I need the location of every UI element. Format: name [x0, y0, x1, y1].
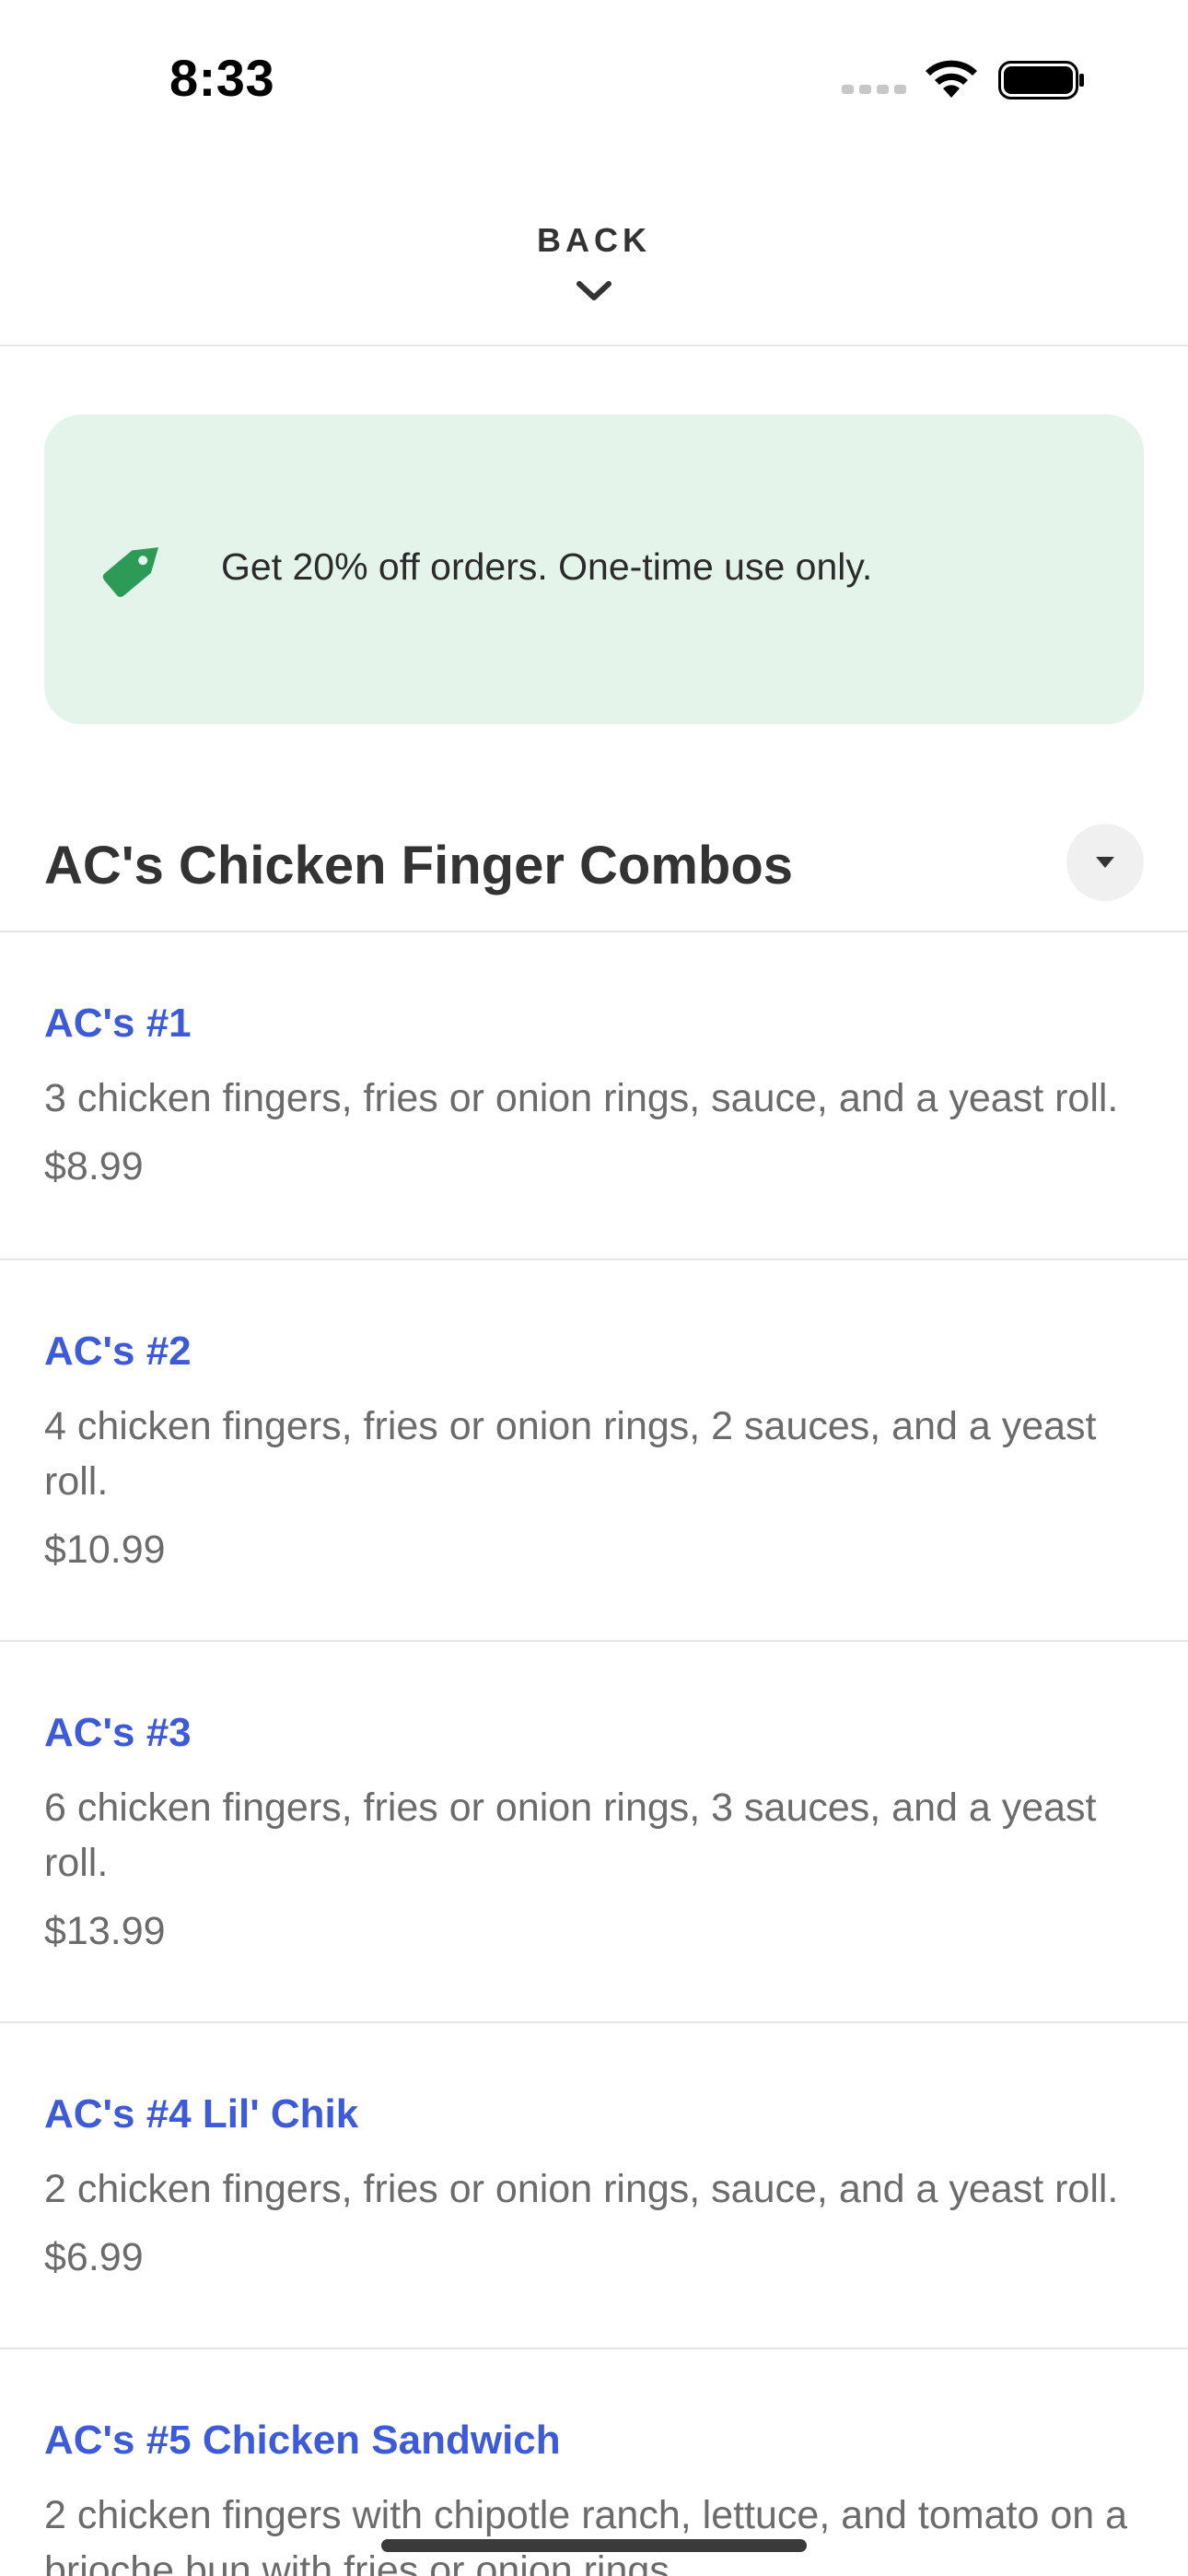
menu-item-description: 2 chicken fingers with chipotle ranch, l… — [44, 2493, 1128, 2576]
menu-item-name: AC's #4 Lil' Chik — [44, 2091, 359, 2137]
menu-item-description: 4 chicken fingers, fries or onion rings,… — [44, 1404, 1097, 1504]
menu-item-description: 3 chicken fingers, fries or onion rings,… — [44, 1076, 1119, 1120]
promo-banner: Get 20% off orders. One-time use only. — [44, 415, 1144, 724]
menu-item-description: 2 chicken fingers, fries or onion rings,… — [44, 2167, 1119, 2211]
menu-item[interactable]: AC's #3 6 chicken fingers, fries or onio… — [0, 1642, 1188, 2023]
menu-item-price: $13.99 — [44, 1909, 166, 1953]
battery-icon — [998, 61, 1084, 100]
back-label: BACK — [537, 221, 651, 259]
menu-item-price: $10.99 — [44, 1528, 166, 1572]
promo-text: Get 20% off orders. One-time use only. — [221, 545, 873, 588]
menu-item-name: AC's #3 — [44, 1710, 192, 1755]
back-button[interactable]: BACK — [0, 166, 1188, 346]
menu-item-price: $6.99 — [44, 2235, 144, 2279]
menu-item[interactable]: AC's #2 4 chicken fingers, fries or onio… — [0, 1260, 1188, 1642]
status-bar: 8:33 — [0, 0, 1188, 166]
menu-item[interactable]: AC's #4 Lil' Chik 2 chicken fingers, fri… — [0, 2023, 1188, 2349]
price-tag-icon — [102, 547, 159, 597]
menu-item-name: AC's #5 Chicken Sandwich — [44, 2418, 561, 2463]
home-indicator — [381, 2539, 807, 2552]
menu-item[interactable]: AC's #1 3 chicken fingers, fries or onio… — [0, 932, 1188, 1260]
status-time: 8:33 — [169, 49, 275, 107]
menu-item-name: AC's #1 — [44, 1001, 192, 1046]
wifi-icon — [926, 60, 977, 98]
menu-item-price: $8.99 — [44, 1144, 144, 1188]
menu-item-description: 6 chicken fingers, fries or onion rings,… — [44, 1786, 1097, 1885]
collapse-category-button[interactable] — [1066, 824, 1144, 901]
menu-item-name: AC's #2 — [44, 1329, 192, 1374]
chevron-down-icon — [577, 281, 611, 300]
category-title: AC's Chicken Finger Combos — [44, 836, 794, 896]
cellular-signal-icon — [842, 85, 906, 94]
category-header: AC's Chicken Finger Combos — [0, 811, 1188, 932]
caret-down-icon — [1096, 857, 1114, 868]
